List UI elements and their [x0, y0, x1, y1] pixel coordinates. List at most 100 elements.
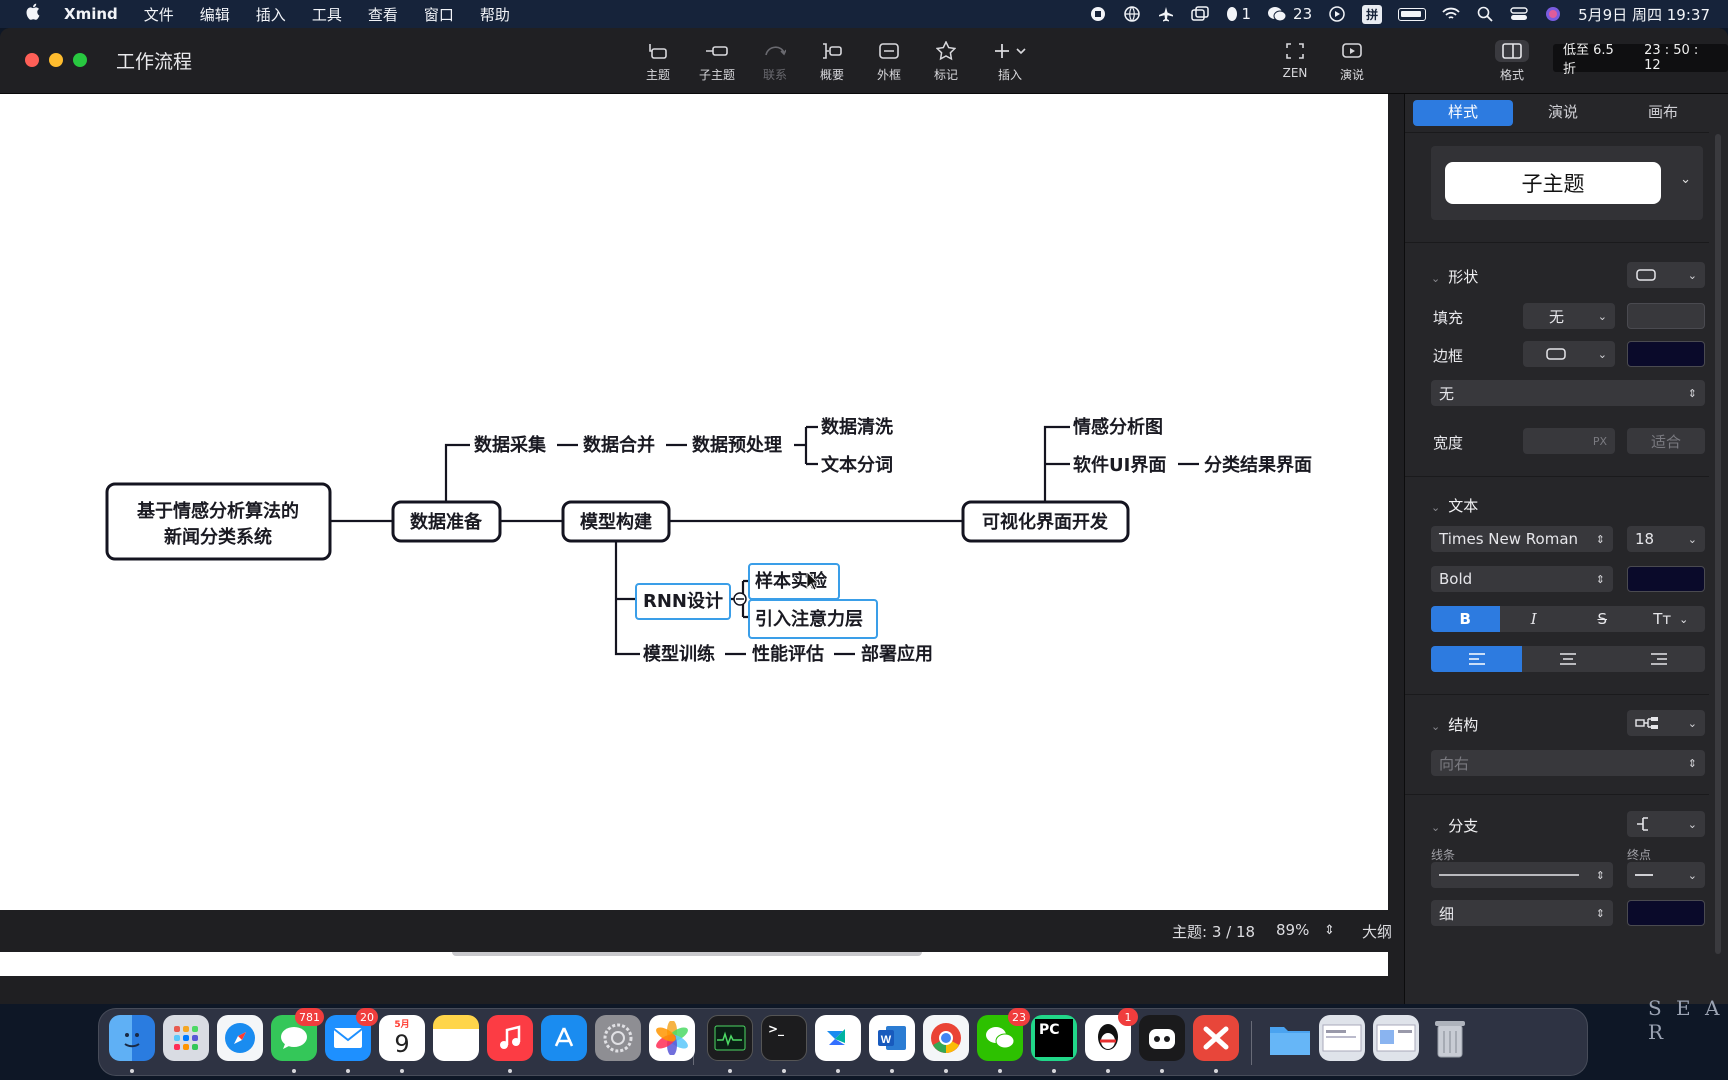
structure-select[interactable]: ⌄: [1627, 710, 1705, 736]
subtopic-result-ui[interactable]: 分类结果界面: [1204, 454, 1312, 476]
topic-model-build[interactable]: 模型构建: [580, 511, 652, 533]
text-color-swatch[interactable]: [1627, 566, 1705, 592]
fit-button[interactable]: 适合: [1627, 428, 1705, 454]
border-color-swatch[interactable]: [1627, 341, 1705, 367]
activity-monitor-icon[interactable]: [707, 1015, 753, 1061]
close-window-button[interactable]: [25, 53, 39, 67]
insert-button[interactable]: 插入: [980, 40, 1040, 83]
control-center-icon[interactable]: [1510, 5, 1528, 23]
subtopic-attention[interactable]: 引入注意力层: [755, 608, 863, 630]
direction-select[interactable]: 向右 ⇕: [1431, 750, 1705, 776]
line-end-select[interactable]: ⌄: [1627, 862, 1705, 888]
format-panel-button[interactable]: 格式: [1482, 40, 1542, 83]
calendar-icon[interactable]: 5月 9: [379, 1015, 425, 1061]
align-center-button[interactable]: [1522, 646, 1613, 672]
input-method-icon[interactable]: 拼: [1362, 4, 1383, 24]
wechat-status[interactable]: 23: [1267, 5, 1312, 23]
align-right-button[interactable]: [1614, 646, 1705, 672]
subtopic-software-ui[interactable]: 软件UI界面: [1073, 454, 1166, 476]
mindmap-canvas[interactable]: 基于情感分析算法的 新闻分类系统 数据准备 模型构建 可视化界面开发 数据采集 …: [0, 94, 1388, 976]
outline-button[interactable]: 大纲: [1362, 921, 1392, 942]
subtopic-train[interactable]: 模型训练: [643, 643, 715, 665]
section-shape[interactable]: ⌄ 形状: [1431, 266, 1478, 287]
pitch-button[interactable]: 演说: [1322, 40, 1382, 83]
section-structure[interactable]: ⌄ 结构: [1431, 714, 1478, 735]
line-style-select[interactable]: ⇕: [1431, 862, 1613, 888]
menu-view[interactable]: 查看: [368, 4, 398, 25]
strikethrough-button[interactable]: S: [1568, 606, 1637, 632]
zoom-level[interactable]: 89%: [1276, 921, 1309, 939]
tab-style[interactable]: 样式: [1413, 100, 1513, 126]
documents-stack-icon[interactable]: [1373, 1015, 1419, 1061]
border-style-select[interactable]: ⌄: [1523, 341, 1615, 367]
section-text[interactable]: ⌄ 文本: [1431, 495, 1478, 516]
xmind-icon[interactable]: [1193, 1015, 1239, 1061]
play-circle-icon[interactable]: [1328, 5, 1346, 23]
mail-icon[interactable]: 20: [325, 1008, 378, 1061]
finder-icon[interactable]: [109, 1015, 155, 1061]
minimize-window-button[interactable]: [49, 53, 63, 67]
qq-icon[interactable]: 1: [1085, 1008, 1138, 1061]
branch-style-select[interactable]: ⌄: [1627, 811, 1705, 837]
font-weight-select[interactable]: Bold ⇕: [1431, 566, 1613, 592]
word-icon[interactable]: W: [869, 1015, 915, 1061]
downloads-folder-icon[interactable]: [1267, 1015, 1313, 1061]
menu-help[interactable]: 帮助: [480, 4, 510, 25]
window-switch-icon[interactable]: [1191, 5, 1210, 23]
menu-file[interactable]: 文件: [144, 4, 174, 25]
chevron-down-icon[interactable]: ⌄: [1680, 172, 1691, 187]
robot-app-icon[interactable]: [1139, 1015, 1185, 1061]
fill-select[interactable]: 无 ⌄: [1523, 303, 1615, 329]
zen-button[interactable]: ZEN: [1265, 40, 1325, 80]
siri-icon[interactable]: [1544, 5, 1562, 23]
zoom-window-button[interactable]: [73, 53, 87, 67]
summary-button[interactable]: 概要: [802, 40, 862, 83]
wechat-icon[interactable]: 23: [977, 1008, 1030, 1061]
marker-button[interactable]: 标记: [916, 40, 976, 83]
tab-pitch[interactable]: 演说: [1513, 100, 1613, 126]
menu-insert[interactable]: 插入: [256, 4, 286, 25]
branch-color-swatch[interactable]: [1627, 900, 1705, 926]
notes-icon[interactable]: [433, 1015, 479, 1061]
subtopic-data-collect[interactable]: 数据采集: [474, 434, 547, 456]
terminal-icon[interactable]: >_: [761, 1015, 807, 1061]
menu-edit[interactable]: 编辑: [200, 4, 230, 25]
menu-tools[interactable]: 工具: [312, 4, 342, 25]
music-icon[interactable]: [487, 1015, 533, 1061]
safari-icon[interactable]: [217, 1015, 263, 1061]
menubar-clock[interactable]: 5月9日 周四 19:37: [1578, 4, 1710, 25]
airplane-icon[interactable]: [1157, 5, 1175, 23]
root-topic-line2[interactable]: 新闻分类系统: [164, 526, 272, 548]
tab-canvas[interactable]: 画布: [1613, 100, 1713, 126]
fill-color-swatch[interactable]: [1627, 303, 1705, 329]
record-stop-icon[interactable]: [1089, 5, 1107, 23]
trash-icon[interactable]: [1427, 1015, 1473, 1061]
wifi-icon[interactable]: [1442, 5, 1460, 23]
subtopic-deploy[interactable]: 部署应用: [861, 643, 933, 665]
system-settings-icon[interactable]: [595, 1015, 641, 1061]
zoom-stepper-icon[interactable]: ⇕: [1324, 923, 1335, 938]
topic-ui-dev[interactable]: 可视化界面开发: [982, 511, 1109, 533]
photos-icon[interactable]: [649, 1015, 695, 1061]
subtopic-data-merge[interactable]: 数据合并: [583, 434, 655, 456]
screenshot-thumb-icon[interactable]: [1319, 1015, 1365, 1061]
italic-button[interactable]: I: [1500, 606, 1569, 632]
font-family-select[interactable]: Times New Roman ⇕: [1431, 526, 1613, 552]
subtopic-preprocess[interactable]: 数据预处理: [692, 434, 782, 456]
font-size-select[interactable]: 18 ⌄: [1627, 526, 1705, 552]
menu-window[interactable]: 窗口: [424, 4, 454, 25]
topic-button[interactable]: 主题: [628, 40, 688, 83]
style-preview[interactable]: 子主题 ⌄: [1431, 146, 1703, 220]
lark-icon[interactable]: [815, 1015, 861, 1061]
border-pattern-select[interactable]: 无 ⇕: [1431, 380, 1705, 406]
root-topic-line1[interactable]: 基于情感分析算法的: [136, 500, 299, 522]
apple-menu-icon[interactable]: [22, 3, 42, 25]
subtopic-rnn[interactable]: RNN设计: [643, 590, 723, 612]
topic-data-prep[interactable]: 数据准备: [410, 511, 483, 533]
section-branch[interactable]: ⌄ 分支: [1431, 815, 1478, 836]
panel-scrollbar[interactable]: [1715, 134, 1721, 954]
messages-icon[interactable]: 781: [271, 1008, 324, 1061]
qq-status[interactable]: 1: [1225, 5, 1251, 23]
subtopic-sample-exp[interactable]: 样本实验: [755, 570, 828, 592]
launchpad-icon[interactable]: [163, 1015, 209, 1061]
